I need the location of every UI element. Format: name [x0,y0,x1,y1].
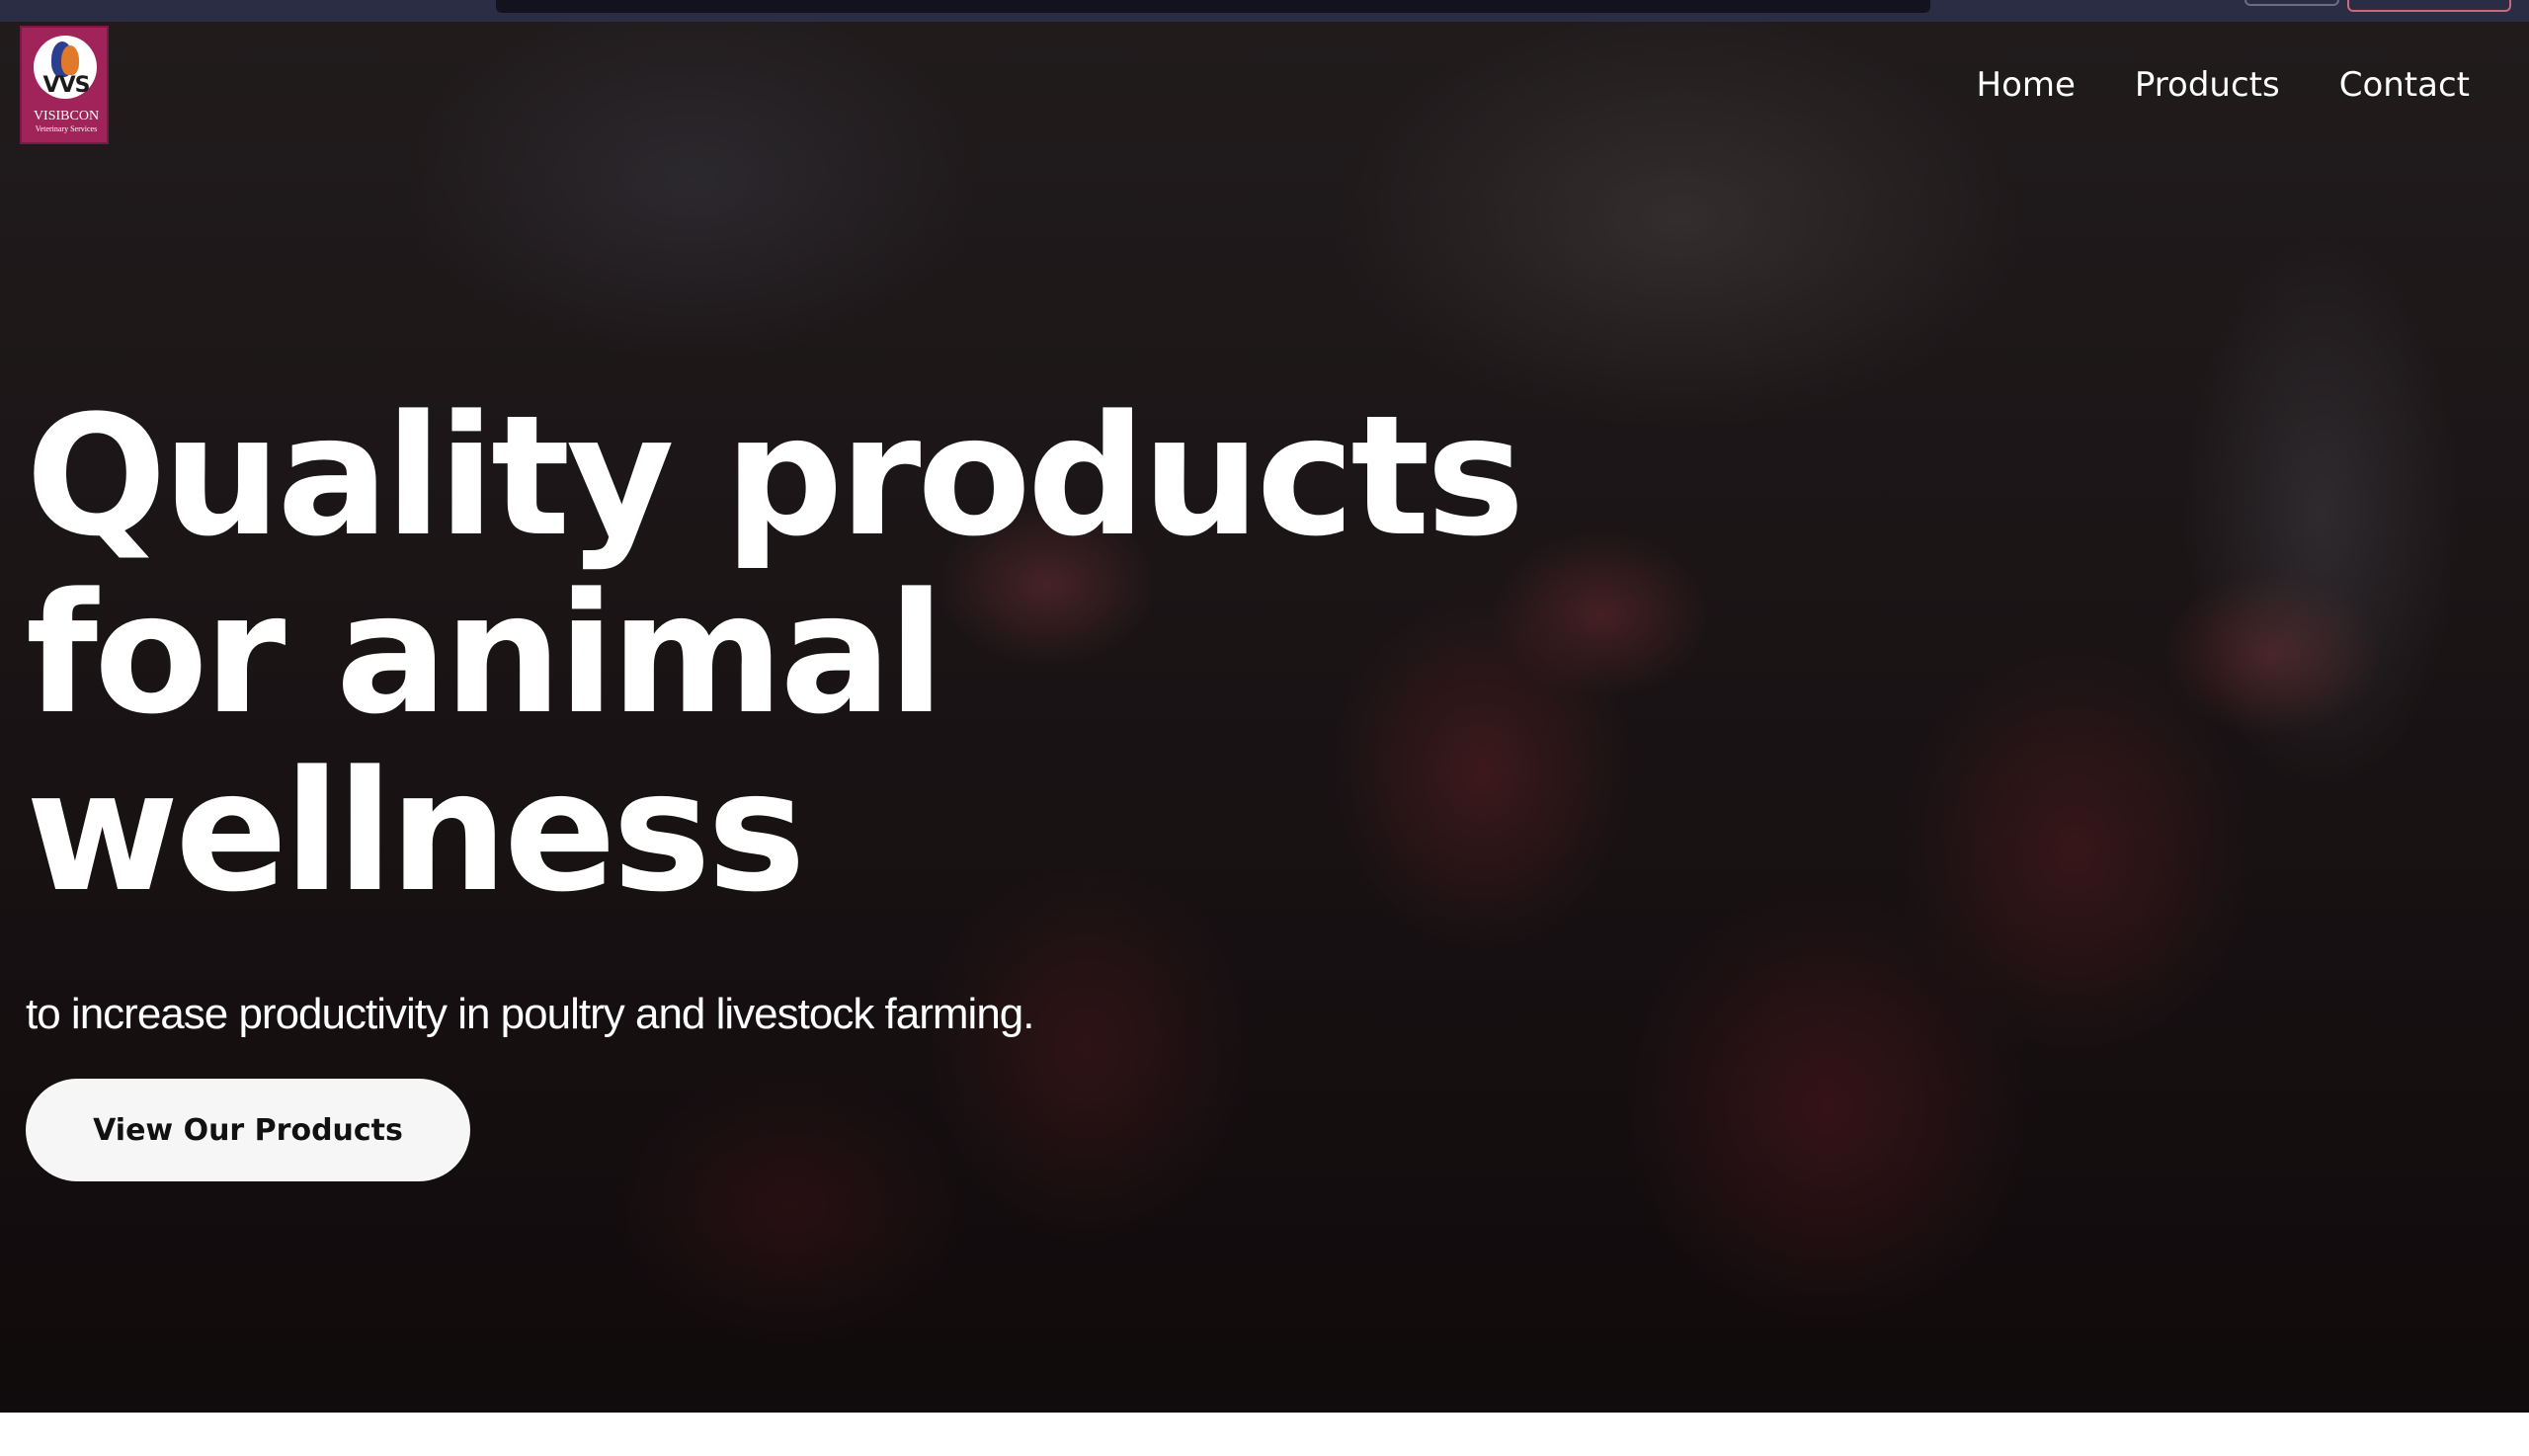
main-navigation: Home Products Contact [1977,65,2471,105]
hero-headline: Quality products for animal wellness [26,379,1525,929]
view-products-button[interactable]: View Our Products [26,1079,470,1181]
page-content-below-hero [0,1413,2529,1456]
site-logo[interactable]: VVS VISIBCON Veterinary Services [20,26,109,144]
nav-link-home[interactable]: Home [1977,65,2076,105]
hero-section: VVS VISIBCON Veterinary Services Home Pr… [0,22,2529,1413]
nav-link-products[interactable]: Products [2135,65,2280,105]
logo-flame-accent-icon [61,45,79,75]
browser-toolbar-button-highlighted[interactable] [2347,0,2511,12]
browser-top-strip [0,0,2529,22]
logo-tagline: Veterinary Services [35,124,98,133]
logo-monogram: VVS [42,73,91,98]
hero-subtitle: to increase productivity in poultry and … [26,990,1034,1038]
logo-name: VISIBCON [33,109,100,123]
browser-toolbar-button[interactable] [2244,0,2339,6]
browser-address-bar[interactable] [496,0,1930,13]
nav-link-contact[interactable]: Contact [2339,65,2470,105]
